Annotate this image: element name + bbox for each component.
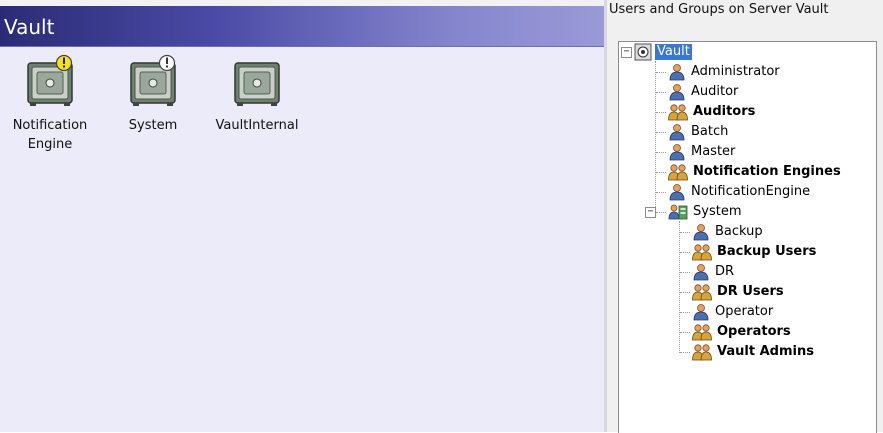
safe-label: System bbox=[128, 118, 178, 133]
user-icon bbox=[668, 183, 686, 201]
user-icon bbox=[668, 83, 686, 101]
tree-line bbox=[656, 212, 666, 213]
tree-line bbox=[656, 172, 666, 173]
tree-item-operators[interactable]: Operators bbox=[692, 322, 793, 342]
user-icon bbox=[692, 263, 710, 281]
tree-line bbox=[656, 132, 666, 133]
group-icon bbox=[692, 343, 712, 361]
tree-line bbox=[656, 92, 666, 93]
tree-line bbox=[680, 312, 690, 313]
info-badge-icon bbox=[158, 54, 176, 72]
tree-line bbox=[679, 221, 680, 353]
user-icon bbox=[668, 63, 686, 81]
tree-item-notificationengine[interactable]: NotificationEngine bbox=[668, 182, 812, 202]
safe-label: Notification Engine bbox=[12, 118, 88, 152]
vault-title-bar: Vault bbox=[0, 6, 604, 47]
tree-line bbox=[656, 192, 666, 193]
safe-icon bbox=[25, 54, 75, 108]
tree-line bbox=[680, 292, 690, 293]
group-icon bbox=[692, 283, 712, 301]
safe-system[interactable]: System bbox=[103, 54, 203, 135]
tree-line bbox=[680, 352, 690, 353]
tree-item-master[interactable]: Master bbox=[668, 142, 737, 162]
tree-item-dr-users[interactable]: DR Users bbox=[692, 282, 786, 302]
tree-item-administrator[interactable]: Administrator bbox=[668, 62, 782, 82]
location-icon bbox=[668, 203, 688, 221]
safe-notification-engine[interactable]: Notification Engine bbox=[0, 54, 100, 154]
tree-item-batch[interactable]: Batch bbox=[668, 122, 730, 142]
group-icon bbox=[668, 103, 688, 121]
vault-title: Vault bbox=[4, 15, 55, 39]
tree-line bbox=[656, 72, 666, 73]
user-icon bbox=[692, 303, 710, 321]
tree-item-notification-engines[interactable]: Notification Engines bbox=[668, 162, 843, 182]
vault-root-icon bbox=[634, 43, 652, 61]
tree-item-vault[interactable]: Vault bbox=[634, 42, 692, 62]
tree-item-dr[interactable]: DR bbox=[692, 262, 736, 282]
tree-item-auditor[interactable]: Auditor bbox=[668, 82, 740, 102]
group-icon bbox=[668, 163, 688, 181]
tree-item-operator[interactable]: Operator bbox=[692, 302, 775, 322]
safes-pane: Vault Notification Engine System VaultIn… bbox=[0, 0, 604, 432]
tree-item-backup-users[interactable]: Backup Users bbox=[692, 242, 818, 262]
tree-line bbox=[680, 232, 690, 233]
users-groups-pane: Users and Groups on Server Vault − Vault… bbox=[607, 0, 883, 433]
tree-item-auditors[interactable]: Auditors bbox=[668, 102, 757, 122]
users-groups-heading: Users and Groups on Server Vault bbox=[609, 2, 829, 17]
collapse-vault-toggle[interactable]: − bbox=[621, 47, 632, 58]
user-icon bbox=[668, 143, 686, 161]
tree-line bbox=[656, 112, 666, 113]
user-icon bbox=[668, 123, 686, 141]
safe-icon bbox=[232, 58, 282, 108]
tree-item-system[interactable]: System bbox=[668, 202, 743, 222]
warning-badge-icon bbox=[55, 54, 73, 72]
tree-line bbox=[680, 272, 690, 273]
users-groups-tree: − Vault Administrator Auditor Auditors Batc… bbox=[618, 41, 877, 433]
tree-line bbox=[656, 152, 666, 153]
safe-icon bbox=[128, 54, 178, 108]
tree-line bbox=[655, 61, 656, 213]
tree-line bbox=[680, 252, 690, 253]
safe-vaultinternal[interactable]: VaultInternal bbox=[207, 58, 307, 135]
tree-line bbox=[680, 332, 690, 333]
tree-item-vault-admins[interactable]: Vault Admins bbox=[692, 342, 816, 362]
group-icon bbox=[692, 323, 712, 341]
collapse-system-toggle[interactable]: − bbox=[645, 207, 656, 218]
group-icon bbox=[692, 243, 712, 261]
safe-label: VaultInternal bbox=[215, 118, 299, 133]
user-icon bbox=[692, 223, 710, 241]
tree-item-backup[interactable]: Backup bbox=[692, 222, 765, 242]
